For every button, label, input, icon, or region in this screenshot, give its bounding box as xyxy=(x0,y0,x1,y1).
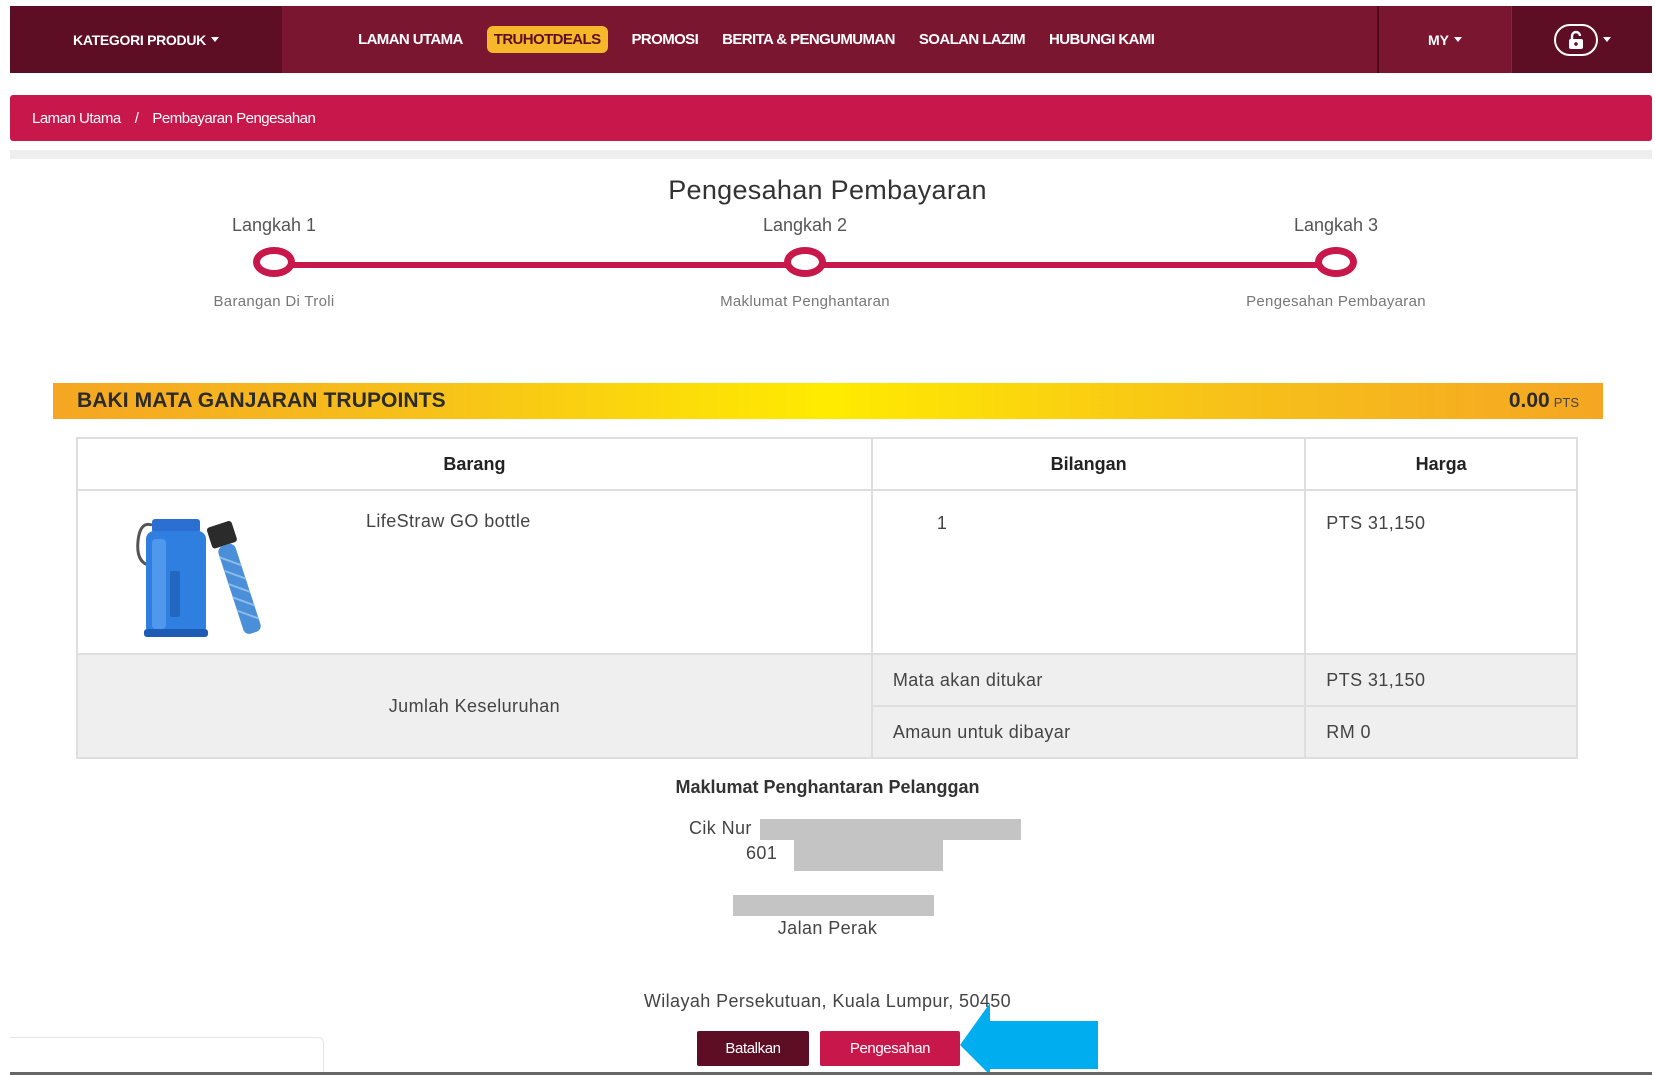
points-redeemed-label: Mata akan ditukar xyxy=(870,653,1307,707)
step-description: Pengesahan Pembayaran xyxy=(1246,293,1426,310)
nav-item-truhotdeals[interactable]: TRUHOTDEALS xyxy=(486,26,608,53)
divider xyxy=(10,150,1652,159)
category-menu-label: KATEGORI PRODUK xyxy=(73,31,206,48)
column-header-quantity: Bilangan xyxy=(870,437,1307,491)
step-circle-icon xyxy=(784,247,826,277)
points-redeemed-value: PTS 31,150 xyxy=(1304,653,1578,707)
address-line-2: Jalan Perak xyxy=(777,918,878,938)
grand-total-label: Jumlah Keseluruhan xyxy=(76,653,873,759)
category-menu-button[interactable]: KATEGORI PRODUK xyxy=(10,6,282,73)
language-label: MY xyxy=(1428,31,1449,48)
lock-icon xyxy=(1553,23,1598,56)
nav-item-home[interactable]: LAMAN UTAMA xyxy=(358,31,463,48)
step-label: Langkah 2 xyxy=(762,215,848,235)
nav-item-promotions[interactable]: PROMOSI xyxy=(632,31,699,48)
caret-down-icon xyxy=(1454,37,1462,42)
delivery-info-title: Maklumat Penghantaran Pelanggan xyxy=(675,777,980,797)
nav-item-contact[interactable]: HUBUNGI KAMI xyxy=(1049,31,1155,48)
points-balance-banner: BAKI MATA GANJARAN TRUPOINTS 0.00 PTS xyxy=(53,383,1603,419)
summary-row-points: Jumlah Keseluruhan Mata akan ditukar PTS… xyxy=(76,653,1578,759)
nav-item-faq[interactable]: SOALAN LAZIM xyxy=(919,31,1026,48)
side-panel-edge xyxy=(10,1037,324,1075)
points-balance-title: BAKI MATA GANJARAN TRUPOINTS xyxy=(77,389,446,412)
amount-to-pay-label: Amaun untuk dibayar xyxy=(870,705,1307,759)
step-circle-icon xyxy=(1315,247,1357,277)
amount-to-pay-value: RM 0 xyxy=(1304,705,1578,759)
order-table: Barang Bilangan Harga LifeStraw GO bottl… xyxy=(76,437,1578,759)
points-balance-amount: 0.00 PTS xyxy=(1509,389,1579,413)
product-name: LifeStraw GO bottle xyxy=(366,511,531,531)
step-description: Barangan Di Troli xyxy=(213,293,335,310)
top-navigation: KATEGORI PRODUK LAMAN UTAMA TRUHOTDEALS … xyxy=(10,6,1652,73)
redacted-address-line-1 xyxy=(733,895,934,916)
language-selector[interactable]: MY xyxy=(1377,6,1512,73)
customer-phone: 601 xyxy=(746,843,778,863)
table-header-row: Barang Bilangan Harga xyxy=(76,437,1578,491)
breadcrumb-home[interactable]: Laman Utama xyxy=(32,110,121,127)
step-label: Langkah 1 xyxy=(231,215,317,235)
main-menu: LAMAN UTAMA TRUHOTDEALS PROMOSI BERITA &… xyxy=(282,6,1377,73)
table-row: LifeStraw GO bottle 1 PTS 31,150 xyxy=(76,489,1578,655)
step-label: Langkah 3 xyxy=(1293,215,1379,235)
caret-down-icon xyxy=(1602,37,1611,42)
column-header-item: Barang xyxy=(76,437,873,491)
breadcrumb-separator: / xyxy=(134,109,139,127)
checkout-stepper: Langkah 1 Barangan Di Troli Langkah 2 Ma… xyxy=(0,215,1655,315)
caret-down-icon xyxy=(210,37,219,42)
customer-name: Cik Nur xyxy=(689,818,752,838)
step-description: Maklumat Penghantaran xyxy=(720,293,890,310)
points-unit: PTS xyxy=(1553,395,1579,410)
redacted-phone xyxy=(794,836,943,871)
address-line-3: Wilayah Persekutuan, Kuala Lumpur, 50450 xyxy=(643,991,1012,1011)
breadcrumb: Laman Utama / Pembayaran Pengesahan xyxy=(10,95,1652,141)
product-price: PTS 31,150 xyxy=(1304,489,1578,655)
pointer-arrow-icon xyxy=(960,1003,1098,1075)
water-bottle-image xyxy=(136,519,261,637)
account-menu-button[interactable] xyxy=(1512,6,1652,73)
breadcrumb-current: Pembayaran Pengesahan xyxy=(152,109,316,127)
column-header-price: Harga xyxy=(1304,437,1578,491)
nav-item-news[interactable]: BERITA & PENGUMUMAN xyxy=(722,31,895,48)
product-quantity: 1 xyxy=(870,489,1307,655)
confirm-button[interactable]: Pengesahan xyxy=(820,1031,960,1066)
step-2: Langkah 2 Maklumat Penghantaran xyxy=(675,215,935,310)
product-cell: LifeStraw GO bottle xyxy=(76,489,873,655)
step-circle-icon xyxy=(253,247,295,277)
points-balance-value: 0.00 xyxy=(1508,389,1550,412)
cancel-button[interactable]: Batalkan xyxy=(697,1031,809,1066)
step-1: Langkah 1 Barangan Di Troli xyxy=(144,215,404,310)
step-3: Langkah 3 Pengesahan Pembayaran xyxy=(1206,215,1466,310)
page-title: Pengesahan Pembayaran xyxy=(668,175,987,205)
